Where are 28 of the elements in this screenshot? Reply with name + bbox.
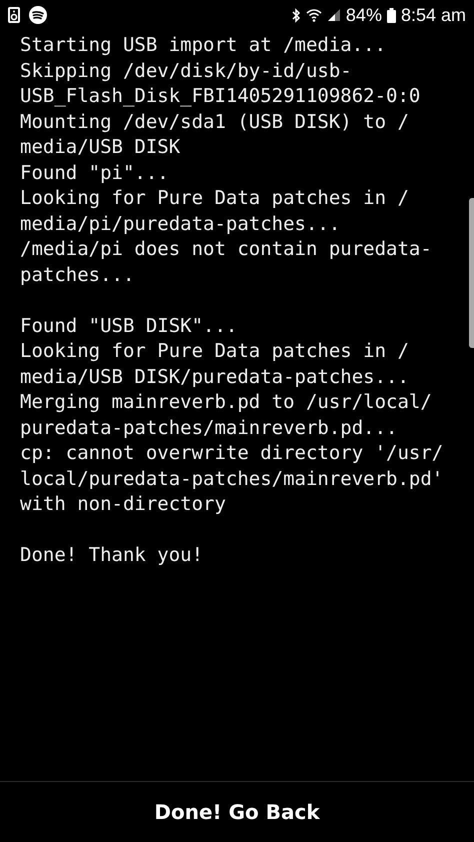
log-line: Looking for Pure Data patches in / <box>20 339 410 364</box>
signal-icon <box>326 8 341 22</box>
log-line: Starting USB import at /media... <box>20 33 388 58</box>
log-line: /media/pi does not contain puredata- <box>20 237 433 262</box>
bluetooth-icon <box>292 8 301 22</box>
log-line: cp: cannot overwrite directory '/usr/ <box>20 441 444 466</box>
log-line: Mounting /dev/sda1 (USB DISK) to / <box>20 110 410 134</box>
go-back-button[interactable]: Done! Go Back <box>144 796 330 828</box>
log-line: patches... <box>20 262 136 288</box>
log-line: local/puredata-patches/mainreverb.pd' <box>20 466 444 492</box>
log-line: Found "USB DISK"... <box>20 314 238 338</box>
battery-percentage: 84% <box>346 4 382 26</box>
wifi-icon <box>306 8 322 22</box>
music-app-icon <box>29 6 47 24</box>
log-line: Looking for Pure Data patches in / <box>20 186 410 211</box>
log-line: Found "pi"... <box>20 160 170 186</box>
clock: 8:54 am <box>400 4 466 26</box>
log-line: with non-directory <box>20 492 227 517</box>
log-line: Merging mainreverb.pd to /usr/local/ <box>20 390 433 415</box>
log-line: Skipping /dev/disk/by-id/usb- <box>20 58 353 84</box>
log-line: media/pi/puredata-patches... <box>20 212 342 236</box>
log-line: media/USB DISK/puredata-patches... <box>20 364 410 390</box>
log-line: media/USB DISK <box>20 135 182 160</box>
battery-icon <box>386 8 396 22</box>
speaker-icon <box>8 7 20 23</box>
log-line: Done! Thank you! <box>20 543 204 568</box>
log-line: USB_Flash_Disk_FBI1405291109862-0:0 <box>20 84 422 109</box>
log-line: puredata-patches/mainreverb.pd... <box>20 416 398 440</box>
